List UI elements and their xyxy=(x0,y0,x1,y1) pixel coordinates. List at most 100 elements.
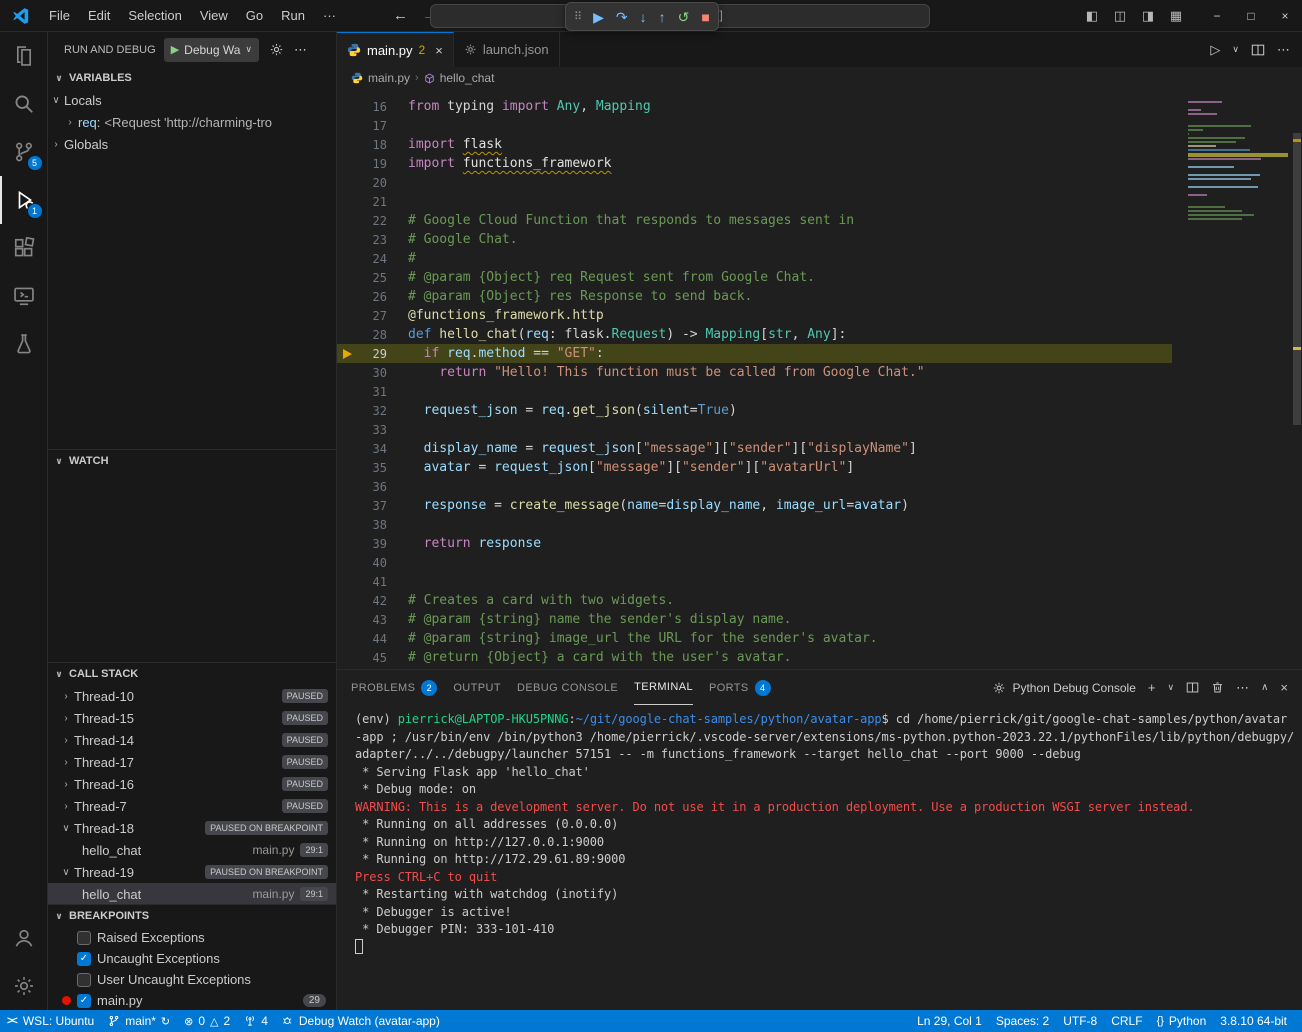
toggle-panel-icon[interactable]: ◫ xyxy=(1106,0,1134,32)
breakpoint-row[interactable]: ✓main.py29 xyxy=(48,990,336,1010)
source-control-icon[interactable]: 5 xyxy=(0,128,48,176)
thread-row[interactable]: ∨Thread-18PAUSED ON BREAKPOINT xyxy=(48,817,336,839)
minimize-button[interactable]: − xyxy=(1200,0,1234,32)
stack-frame-row[interactable]: hello_chatmain.py29:1 xyxy=(48,839,336,861)
new-terminal-icon[interactable]: + xyxy=(1148,680,1156,695)
terminal-output[interactable]: (env) pierrick@LAPTOP-HKU5PNNG:~/git/goo… xyxy=(337,705,1302,1010)
code-line[interactable]: 28def hello_chat(req: flask.Request) -> … xyxy=(337,325,1172,344)
accounts-icon[interactable] xyxy=(0,914,48,962)
terminal-dropdown-chevron-icon[interactable]: ∨ xyxy=(1167,682,1174,693)
search-icon[interactable] xyxy=(0,80,48,128)
close-icon[interactable]: × xyxy=(435,43,443,58)
python-interpreter[interactable]: 3.8.10 64-bit xyxy=(1213,1010,1294,1032)
explorer-icon[interactable] xyxy=(0,32,48,80)
menu-edit[interactable]: Edit xyxy=(79,8,119,23)
code-line[interactable]: 20 xyxy=(337,173,1172,192)
code-line[interactable]: 33 xyxy=(337,420,1172,439)
run-python-file-icon[interactable]: ▷ xyxy=(1210,42,1220,58)
split-editor-icon[interactable] xyxy=(1251,43,1265,57)
indentation[interactable]: Spaces: 2 xyxy=(989,1010,1056,1032)
breakpoint-checkbox[interactable] xyxy=(77,931,91,945)
menu-more[interactable]: ··· xyxy=(314,8,345,23)
menu-go[interactable]: Go xyxy=(237,8,272,23)
code-line[interactable]: 39 return response xyxy=(337,534,1172,553)
thread-row[interactable]: ›Thread-10PAUSED xyxy=(48,685,336,707)
code-line[interactable]: 45# @return {Object} a card with the use… xyxy=(337,648,1172,667)
forwarded-ports-status[interactable]: 4 xyxy=(237,1010,275,1032)
debug-settings-gear-icon[interactable] xyxy=(269,42,284,57)
more-actions-icon[interactable]: ⋯ xyxy=(1277,42,1290,58)
breakpoints-header[interactable]: ∨ BREAKPOINTS xyxy=(48,905,336,927)
restart-button[interactable]: ↺ xyxy=(678,10,690,24)
remote-explorer-icon[interactable] xyxy=(0,272,48,320)
tab-output[interactable]: OUTPUT xyxy=(453,670,501,705)
maximize-button[interactable]: □ xyxy=(1234,0,1268,32)
tab-debug-console[interactable]: DEBUG CONSOLE xyxy=(517,670,618,705)
run-dropdown-chevron-icon[interactable]: ∨ xyxy=(1232,44,1239,55)
code-line[interactable]: 21 xyxy=(337,192,1172,211)
code-line[interactable]: 22# Google Cloud Function that responds … xyxy=(337,211,1172,230)
extensions-icon[interactable] xyxy=(0,224,48,272)
cursor-position[interactable]: Ln 29, Col 1 xyxy=(910,1010,989,1032)
back-icon[interactable]: ← xyxy=(393,7,408,24)
toggle-secondary-sidebar-icon[interactable]: ◨ xyxy=(1134,0,1162,32)
step-into-button[interactable]: ↓ xyxy=(640,10,647,24)
breadcrumb-symbol[interactable]: hello_chat xyxy=(440,71,495,85)
step-over-button[interactable]: ↷ xyxy=(616,10,628,24)
toggle-sidebar-icon[interactable]: ◧ xyxy=(1078,0,1106,32)
testing-icon[interactable] xyxy=(0,320,48,368)
editor-scrollbar[interactable] xyxy=(1292,89,1302,669)
views-more-actions-icon[interactable]: ⋯ xyxy=(294,42,307,58)
variables-header[interactable]: ∨ VARIABLES xyxy=(48,67,336,89)
run-and-debug-icon[interactable]: 1 xyxy=(0,176,48,224)
tab-ports[interactable]: PORTS 4 xyxy=(709,670,771,705)
code-line[interactable]: 37 response = create_message(name=displa… xyxy=(337,496,1172,515)
scrollbar-thumb[interactable] xyxy=(1293,133,1301,425)
split-terminal-icon[interactable] xyxy=(1186,681,1199,694)
code-line[interactable]: 18import flask xyxy=(337,135,1172,154)
code-line[interactable]: 42# Creates a card with two widgets. xyxy=(337,591,1172,610)
code-line[interactable]: 16from typing import Any, Mapping xyxy=(337,97,1172,116)
problems-status[interactable]: ⊗ 0 △ 2 xyxy=(177,1010,237,1032)
customize-layout-icon[interactable]: ▦ xyxy=(1162,0,1190,32)
code-line[interactable]: 41 xyxy=(337,572,1172,591)
breakpoint-row[interactable]: User Uncaught Exceptions xyxy=(48,969,336,990)
thread-row[interactable]: ›Thread-7PAUSED xyxy=(48,795,336,817)
code-line[interactable]: 31 xyxy=(337,382,1172,401)
variables-scope-globals[interactable]: ›Globals xyxy=(48,133,336,155)
panel-more-actions-icon[interactable]: ⋯ xyxy=(1236,680,1249,696)
debug-session-status[interactable]: Debug Watch (avatar-app) xyxy=(275,1010,447,1032)
code-line[interactable]: 30 return "Hello! This function must be … xyxy=(337,363,1172,382)
step-out-button[interactable]: ↑ xyxy=(659,10,666,24)
variables-scope-locals[interactable]: ∨Locals xyxy=(48,89,336,111)
menu-selection[interactable]: Selection xyxy=(119,8,190,23)
code-line[interactable]: 24# xyxy=(337,249,1172,268)
close-panel-icon[interactable]: × xyxy=(1280,680,1288,695)
maximize-panel-icon[interactable]: ∧ xyxy=(1261,682,1268,693)
breakpoint-checkbox[interactable]: ✓ xyxy=(77,952,91,966)
breakpoint-row[interactable]: ✓Uncaught Exceptions xyxy=(48,948,336,969)
code-line[interactable]: 32 request_json = req.get_json(silent=Tr… xyxy=(337,401,1172,420)
stack-frame-row[interactable]: hello_chatmain.py29:1 xyxy=(48,883,336,904)
code-line[interactable]: 35 avatar = request_json["message"]["sen… xyxy=(337,458,1172,477)
settings-gear-icon[interactable] xyxy=(0,962,48,1010)
thread-row[interactable]: ›Thread-17PAUSED xyxy=(48,751,336,773)
breakpoint-checkbox[interactable]: ✓ xyxy=(77,994,91,1008)
variable-row[interactable]: ›req:<Request 'http://charming-tro xyxy=(48,111,336,133)
language-mode[interactable]: {} Python xyxy=(1150,1010,1214,1032)
breakpoint-checkbox[interactable] xyxy=(77,973,91,987)
code-line[interactable]: 19import functions_framework xyxy=(337,154,1172,173)
git-branch-status[interactable]: main* ↻ xyxy=(101,1010,177,1032)
minimap[interactable] xyxy=(1188,101,1288,222)
menu-file[interactable]: File xyxy=(40,8,79,23)
stop-button[interactable]: ■ xyxy=(701,10,709,24)
menu-view[interactable]: View xyxy=(191,8,237,23)
kill-terminal-trash-icon[interactable] xyxy=(1211,681,1224,694)
tab-main-py[interactable]: main.py 2 × xyxy=(337,32,454,67)
watch-header[interactable]: ∨ WATCH xyxy=(48,450,336,472)
code-line[interactable]: 44# @param {string} image_url the URL fo… xyxy=(337,629,1172,648)
code-line[interactable]: 36 xyxy=(337,477,1172,496)
close-window-button[interactable]: × xyxy=(1268,0,1302,32)
continue-button[interactable]: ▶ xyxy=(593,10,604,24)
code-editor[interactable]: 16from typing import Any, Mapping1718imp… xyxy=(337,89,1302,669)
